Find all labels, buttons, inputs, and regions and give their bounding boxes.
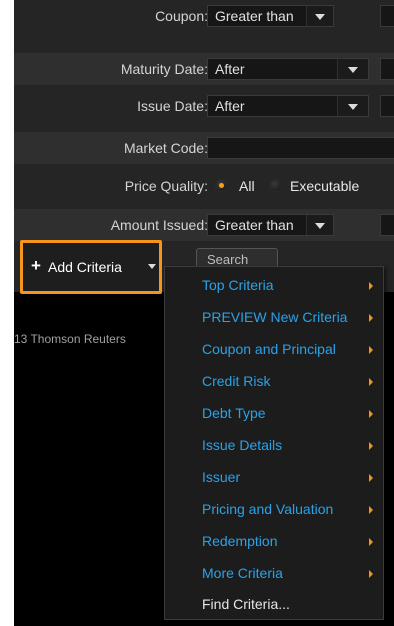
- chevron-right-icon: [369, 314, 373, 322]
- chevron-right-icon: [369, 442, 373, 450]
- menu-item-preview-new-criteria[interactable]: PREVIEW New Criteria: [165, 302, 383, 333]
- menu-item-pricing-and-valuation[interactable]: Pricing and Valuation: [165, 494, 383, 525]
- price-quality-row: Price Quality: All Executable: [14, 170, 394, 202]
- maturity-row: Maturity Date: After: [14, 53, 394, 85]
- amount-issued-operator-value: Greater than: [215, 217, 294, 233]
- chevron-right-icon: [369, 282, 373, 290]
- radio-all[interactable]: [215, 179, 228, 192]
- maturity-operator-value: After: [215, 61, 245, 77]
- chevron-down-icon[interactable]: [306, 6, 333, 26]
- market-code-row: Market Code:: [14, 132, 394, 164]
- radio-executable-label: Executable: [290, 178, 360, 194]
- chevron-right-icon: [369, 570, 373, 578]
- issue-date-operator-value: After: [215, 98, 245, 114]
- menu-item-label: More Criteria: [202, 565, 283, 581]
- chevron-right-icon: [369, 474, 373, 482]
- add-criteria-button[interactable]: + Add Criteria: [20, 240, 162, 294]
- chevron-down-icon[interactable]: [337, 59, 368, 79]
- price-quality-label: Price Quality:: [124, 178, 208, 194]
- chevron-right-icon: [369, 346, 373, 354]
- maturity-operator-select[interactable]: After: [207, 58, 369, 80]
- menu-item-label: Credit Risk: [202, 373, 271, 389]
- add-criteria-content: + Add Criteria: [31, 254, 157, 280]
- issue-date-label: Issue Date:: [137, 98, 208, 114]
- amount-issued-operator-select[interactable]: Greater than: [207, 214, 334, 236]
- menu-item-label: Top Criteria: [202, 277, 274, 293]
- issue-date-value-input[interactable]: [380, 95, 394, 117]
- menu-item-more-criteria[interactable]: More Criteria: [165, 558, 383, 589]
- issue-date-row: Issue Date: After: [14, 90, 394, 122]
- menu-item-label: Find Criteria...: [202, 596, 290, 612]
- issue-date-operator-select[interactable]: After: [207, 95, 369, 117]
- amount-issued-value-input[interactable]: [380, 214, 394, 236]
- coupon-operator-value: Greater than: [215, 8, 294, 24]
- menu-item-top-criteria[interactable]: Top Criteria: [165, 270, 383, 301]
- menu-item-label: Debt Type: [202, 405, 266, 421]
- menu-item-label: Pricing and Valuation: [202, 501, 334, 517]
- market-code-label: Market Code:: [123, 140, 208, 156]
- coupon-row: Coupon: Greater than: [14, 0, 394, 32]
- coupon-operator-select[interactable]: Greater than: [207, 5, 334, 27]
- chevron-down-icon[interactable]: [337, 96, 368, 116]
- menu-item-coupon-and-principal[interactable]: Coupon and Principal: [165, 334, 383, 365]
- menu-item-debt-type[interactable]: Debt Type: [165, 398, 383, 429]
- menu-item-credit-risk[interactable]: Credit Risk: [165, 366, 383, 397]
- amount-issued-row: Amount Issued: Greater than: [14, 209, 394, 241]
- menu-item-issue-details[interactable]: Issue Details: [165, 430, 383, 461]
- menu-item-label: Issue Details: [202, 437, 283, 453]
- copyright-text: 13 Thomson Reuters: [14, 332, 126, 346]
- menu-item-label: Coupon and Principal: [202, 341, 336, 357]
- radio-all-label: All: [239, 178, 255, 194]
- search-button-label: Search: [207, 252, 249, 267]
- plus-icon: +: [31, 256, 41, 275]
- menu-item-issuer[interactable]: Issuer: [165, 462, 383, 493]
- chevron-right-icon: [369, 506, 373, 514]
- market-code-input[interactable]: [207, 137, 394, 159]
- menu-item-label: Redemption: [202, 533, 278, 549]
- chevron-down-icon[interactable]: [306, 215, 333, 235]
- radio-executable[interactable]: [269, 179, 282, 192]
- maturity-value-input[interactable]: [380, 58, 394, 80]
- menu-item-find-criteria[interactable]: Find Criteria...: [165, 589, 383, 620]
- amount-issued-label: Amount Issued:: [110, 217, 208, 233]
- menu-item-label: PREVIEW New Criteria: [202, 309, 348, 325]
- coupon-value-input[interactable]: [380, 5, 394, 27]
- maturity-label: Maturity Date:: [120, 61, 208, 77]
- chevron-right-icon: [369, 378, 373, 386]
- chevron-right-icon: [369, 538, 373, 546]
- menu-item-label: Issuer: [202, 469, 241, 485]
- caret-down-icon: [148, 264, 156, 269]
- menu-item-redemption[interactable]: Redemption: [165, 526, 383, 557]
- criteria-dropdown-menu: Top Criteria PREVIEW New Criteria Coupon…: [164, 266, 384, 620]
- app-frame: Coupon: Greater than Maturity Date: Afte…: [14, 0, 394, 626]
- add-criteria-label: Add Criteria: [48, 259, 122, 275]
- coupon-label: Coupon:: [155, 8, 208, 24]
- chevron-right-icon: [369, 410, 373, 418]
